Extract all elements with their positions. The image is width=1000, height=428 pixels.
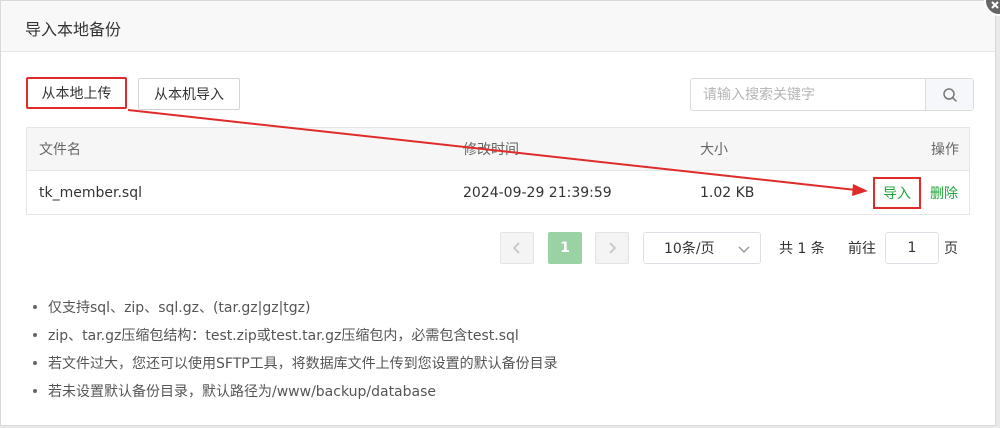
note-text: zip、tar.gz压缩包结构：test.zip或test.tar.gz压缩包内… [48, 328, 519, 344]
table-header: 文件名 修改时间 大小 操作 [27, 128, 969, 171]
note-text: 若未设置默认备份目录，默认路径为/www/backup/database [48, 384, 437, 400]
search-button[interactable] [925, 79, 973, 110]
delete-link[interactable]: 删除 [930, 171, 958, 214]
goto-page-input[interactable]: 1 [885, 232, 939, 264]
header-size: 大小 [700, 142, 728, 158]
search-icon [942, 87, 957, 102]
note-text: 若文件过大，您还可以使用SFTP工具，将数据库文件上传到您设置的默认备份目录 [48, 356, 558, 372]
prev-page-button[interactable] [500, 232, 534, 264]
bullet-icon [33, 361, 37, 365]
goto-label: 前往 [848, 241, 876, 257]
bullet-icon [33, 389, 37, 393]
page-size-select[interactable]: 10条/页 [643, 232, 761, 264]
file-table: 文件名 修改时间 大小 操作 tk_member.sql 2024-09-29 … [26, 127, 970, 215]
chevron-left-icon [512, 242, 520, 254]
row-size: 1.02 KB [700, 184, 755, 201]
page-size-label: 10条/页 [664, 241, 715, 257]
header-ops: 操作 [931, 142, 959, 158]
search-box [690, 78, 974, 111]
header-filename: 文件名 [39, 142, 81, 158]
table-row: tk_member.sql 2024-09-29 21:39:59 1.02 K… [27, 171, 969, 214]
chevron-right-icon [609, 242, 617, 254]
row-filename: tk_member.sql [39, 184, 142, 201]
row-mtime: 2024-09-29 21:39:59 [463, 184, 612, 201]
list-item: 仅支持sql、zip、sql.gz、(tar.gz|gz|tgz) [33, 293, 558, 321]
upload-local-button[interactable]: 从本地上传 [26, 77, 127, 109]
import-link[interactable]: 导入 [873, 177, 921, 209]
note-text: 仅支持sql、zip、sql.gz、(tar.gz|gz|tgz) [48, 300, 311, 316]
list-item: 若文件过大，您还可以使用SFTP工具，将数据库文件上传到您设置的默认备份目录 [33, 349, 558, 377]
total-count: 共 1 条 [779, 241, 825, 257]
next-page-button[interactable] [595, 232, 629, 264]
list-item: 若未设置默认备份目录，默认路径为/www/backup/database [33, 377, 558, 405]
bullet-icon [33, 305, 37, 309]
list-item: zip、tar.gz压缩包结构：test.zip或test.tar.gz压缩包内… [33, 321, 558, 349]
import-backup-dialog: 导入本地备份 从本地上传 从本机导入 文件名 修改时间 大小 操作 tk_mem… [0, 0, 996, 426]
upload-local-label: 从本地上传 [41, 86, 112, 102]
close-icon [991, 1, 999, 9]
import-local-button[interactable]: 从本机导入 [138, 78, 240, 110]
close-button[interactable] [984, 0, 1000, 16]
chevron-down-icon [738, 246, 750, 253]
page-suffix: 页 [944, 241, 958, 257]
bullet-icon [33, 333, 37, 337]
import-local-label: 从本机导入 [154, 87, 224, 103]
search-input[interactable] [691, 79, 925, 110]
dialog-header: 导入本地备份 [1, 1, 995, 52]
dialog-title: 导入本地备份 [25, 20, 122, 39]
notes-list: 仅支持sql、zip、sql.gz、(tar.gz|gz|tgz) zip、ta… [33, 293, 558, 405]
header-mtime: 修改时间 [463, 142, 519, 158]
page-number-current[interactable]: 1 [548, 232, 582, 264]
